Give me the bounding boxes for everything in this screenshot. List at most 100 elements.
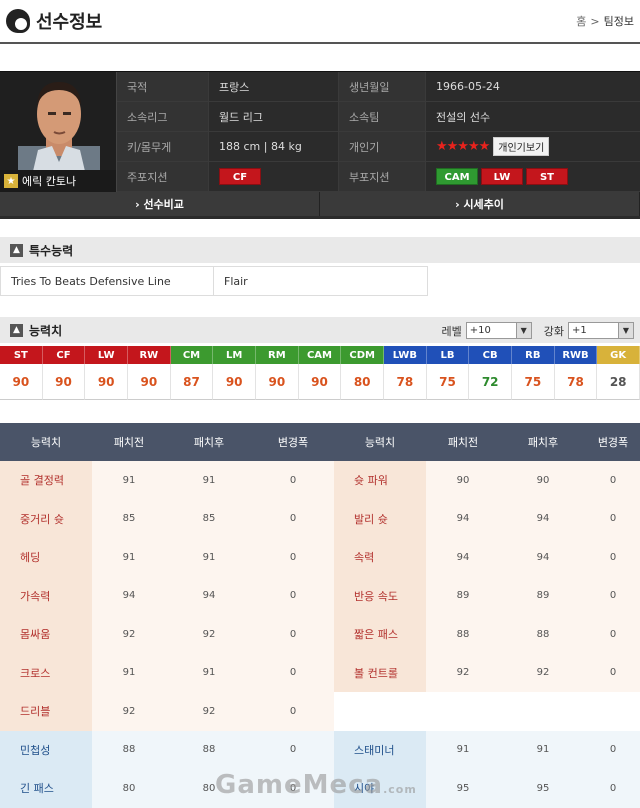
stat-name: 드리블 (0, 692, 92, 731)
position-rating-cam: CAM 90 (298, 346, 342, 400)
stat-value: 91 (92, 653, 166, 692)
stat-change: 0 (586, 461, 640, 500)
stat-change: 0 (252, 499, 334, 538)
stat-name (334, 692, 426, 731)
stat-value: 94 (426, 538, 500, 577)
chevron-down-icon[interactable]: ▼ (618, 323, 633, 338)
stats-column-header: 변경폭 (597, 436, 629, 449)
breadcrumb-current[interactable]: 팀정보 (604, 13, 634, 29)
stat-change: 0 (252, 461, 334, 500)
position-label: RW (128, 346, 171, 364)
position-value: 80 (341, 364, 384, 400)
table-row: 민첩성 88 88 0 스태미너 91 91 0 (0, 730, 640, 769)
compare-player-button[interactable]: › 선수비교 (0, 192, 320, 216)
sub-position-badge: ST (526, 168, 568, 185)
position-value: 90 (42, 364, 86, 400)
position-value: 90 (128, 364, 171, 400)
stats-header-row: 능력치 패치전 패치후 변경폭 능력치 패치전 패치후 변경폭 (0, 423, 640, 461)
stat-change (586, 692, 640, 731)
person-icon: ▲ (10, 243, 23, 257)
stat-value (426, 692, 500, 731)
position-label: CF (42, 346, 86, 364)
position-value: 90 (0, 364, 43, 400)
chevron-down-icon[interactable]: ▼ (515, 323, 531, 338)
position-label: LB (426, 346, 470, 364)
position-label: LW (85, 346, 128, 364)
label-league: 소속리그 (117, 102, 209, 132)
special-ability-title: 특수능력 (29, 243, 74, 258)
stat-value: 88 (166, 730, 252, 769)
breadcrumb: 홈 > 팀정보 (576, 13, 634, 29)
table-row: 헤딩 91 91 0 속력 94 94 0 (0, 538, 640, 577)
table-row: 중거리 슛 85 85 0 발리 슛 94 94 0 (0, 499, 640, 538)
value-sub-pos: CAM LW ST (426, 162, 640, 192)
ability-title: 능력치 (29, 323, 63, 338)
main-position-badge: CF (219, 168, 261, 185)
position-label: ST (0, 346, 43, 364)
stat-value: 91 (166, 653, 252, 692)
stats-column-header: 패치전 (113, 436, 145, 449)
stat-value: 91 (500, 730, 586, 769)
enhance-select[interactable]: +1 ▼ (568, 322, 634, 339)
label-sub-pos: 부포지션 (339, 162, 426, 192)
profile-action-bar: › 선수비교 › 시세추이 (0, 192, 640, 216)
position-label: CB (469, 346, 512, 364)
stat-name: 슛 파워 (334, 461, 426, 500)
stat-change: 0 (252, 730, 334, 769)
stat-name: 크로스 (0, 653, 92, 692)
stat-change: 0 (586, 615, 640, 654)
stat-value: 94 (426, 499, 500, 538)
person-icon: ▲ (10, 323, 23, 337)
stat-change: 0 (586, 769, 640, 808)
breadcrumb-separator: > (590, 14, 600, 28)
stat-change: 0 (252, 653, 334, 692)
enhance-label: 강화 (543, 324, 564, 338)
position-rating-rb: RB 75 (512, 346, 555, 400)
stat-change: 0 (252, 538, 334, 577)
position-rating-lwb: LWB 78 (384, 346, 427, 400)
stat-value: 88 (500, 615, 586, 654)
stat-name: 반응 속도 (334, 576, 426, 615)
stat-value: 91 (426, 730, 500, 769)
position-value: 75 (426, 364, 470, 400)
stat-change: 0 (586, 730, 640, 769)
stat-value: 90 (426, 461, 500, 500)
skill-stars: ★★★★★ (436, 139, 490, 154)
stat-name: 볼 컨트롤 (334, 653, 426, 692)
label-size: 키/몸무게 (117, 132, 209, 162)
stat-change: 0 (252, 615, 334, 654)
position-rating-cb: CB 72 (469, 346, 512, 400)
level-value: +10 (469, 325, 491, 336)
ability-selectors: 레벨 +10 ▼ 강화 +1 ▼ (442, 322, 634, 339)
position-rating-st: ST 90 (0, 346, 43, 400)
value-league: 월드 리그 (209, 102, 339, 132)
value-size: 188 cm | 84 kg (209, 132, 339, 162)
stat-change: 0 (252, 576, 334, 615)
breadcrumb-home[interactable]: 홈 (576, 13, 586, 29)
stat-value: 80 (92, 769, 166, 808)
position-value: 72 (469, 364, 512, 400)
label-skill: 개인기 (339, 132, 426, 162)
stat-value: 91 (92, 538, 166, 577)
trait-item: Flair (224, 274, 248, 288)
position-rating-cdm: CDM 80 (341, 346, 384, 400)
skill-view-button[interactable]: 개인기보기 (493, 137, 550, 156)
stat-value: 85 (92, 499, 166, 538)
stats-column-header: 능력치 (364, 436, 396, 449)
stat-name: 속력 (334, 538, 426, 577)
position-rating-rw: RW 90 (128, 346, 171, 400)
position-value: 78 (384, 364, 427, 400)
stats-column-header: 패치후 (527, 436, 559, 449)
value-main-pos: CF (209, 162, 339, 192)
stat-value: 92 (92, 692, 166, 731)
table-row: 골 결정력 91 91 0 슛 파워 90 90 0 (0, 461, 640, 500)
label-team: 소속팀 (339, 102, 426, 132)
price-trend-button[interactable]: › 시세추이 (320, 192, 640, 216)
stats-table: 능력치 패치전 패치후 변경폭 능력치 패치전 패치후 변경폭 골 결정력 91 91 0 슛 파워 9… (0, 423, 640, 808)
value-birth: 1966-05-24 (426, 72, 640, 102)
position-value: 90 (256, 364, 299, 400)
stats-column-header: 능력치 (30, 436, 62, 449)
table-row: 몸싸움 92 92 0 짧은 패스 88 88 0 (0, 615, 640, 654)
level-select[interactable]: +10 ▼ (465, 322, 532, 339)
position-label: CM (170, 346, 214, 364)
